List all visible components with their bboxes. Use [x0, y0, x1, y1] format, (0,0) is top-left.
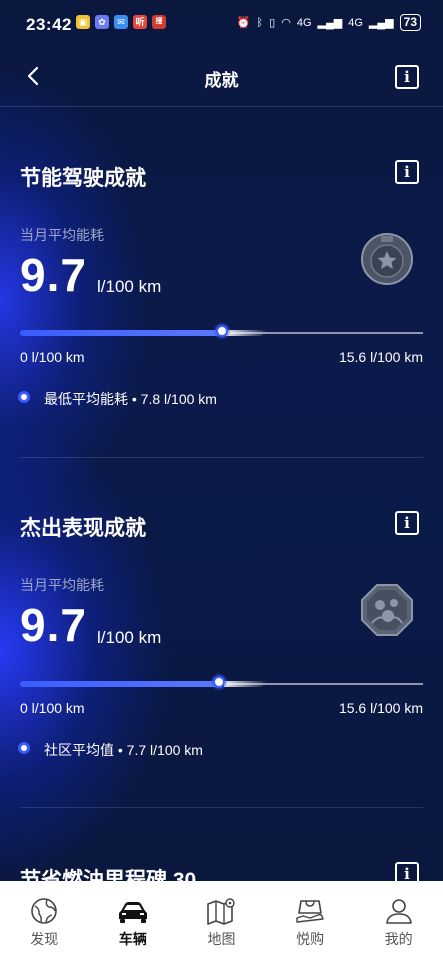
nav-item-discover[interactable]: 发现	[0, 881, 89, 960]
battery-indicator: 73	[399, 14, 421, 31]
metric-unit: l/100 km	[97, 277, 162, 296]
nav-label: 发现	[30, 931, 59, 947]
nav-label: 我的	[384, 931, 413, 947]
signal-icon: ▂▄▆	[368, 17, 394, 29]
notification-icons: ▣ ✿ ✉ 听 搜	[76, 15, 166, 29]
legend-marker	[18, 391, 30, 403]
info-button[interactable]: i	[395, 160, 419, 184]
nav-item-map[interactable]: 地图	[177, 881, 266, 960]
section-title: 杰出表现成就	[20, 517, 146, 540]
metric-label: 当月平均能耗	[20, 227, 104, 243]
alarm-icon: ⏰	[236, 17, 251, 29]
progress-knob	[216, 325, 228, 337]
range-max-label: 15.6 l/100 km	[338, 700, 423, 716]
app-notification-icon: ✉	[114, 15, 128, 29]
progress-fade	[226, 330, 268, 336]
range-min-label: 0 l/100 km	[20, 700, 85, 716]
nav-label: 地图	[207, 931, 236, 947]
metric-value: 9.7	[20, 249, 87, 301]
legend-marker	[18, 742, 30, 754]
car-icon	[118, 902, 147, 923]
status-bar: 23:42 ▣ ✿ ✉ 听 搜 ⏰ ᛒ ▯ ◠ 4G ▂▄▆ 4G ▂▄▆ 73	[0, 0, 443, 48]
network-label: 4G	[348, 16, 363, 29]
metric-value: 9.7	[20, 599, 87, 651]
section-title: 节能驾驶成就	[20, 167, 146, 190]
community-medal-icon	[361, 584, 413, 636]
nav-item-profile[interactable]: 我的	[354, 881, 443, 960]
network-label: 4G	[296, 16, 312, 29]
progress-fill	[20, 330, 222, 336]
wifi-icon: ◠	[281, 17, 291, 29]
map-icon	[207, 898, 236, 925]
globe-icon	[31, 898, 58, 924]
progress-fill	[20, 681, 218, 687]
section-divider	[20, 457, 423, 458]
app-notification-icon: 听	[133, 15, 147, 29]
nav-item-vehicle[interactable]: 车辆	[89, 881, 178, 960]
range-min-label: 0 l/100 km	[20, 349, 85, 365]
star-medal-icon	[361, 233, 413, 285]
info-button[interactable]: i	[395, 511, 419, 535]
page-title: 成就	[204, 71, 239, 90]
bottom-navigation: 发现 车辆 地图 悦购 我的	[0, 881, 443, 960]
app-notification-icon: 搜	[152, 15, 166, 29]
shopping-icon	[296, 900, 324, 923]
section-divider	[20, 807, 423, 808]
status-time: 23:42	[26, 15, 72, 34]
progress-track	[20, 325, 423, 337]
top-bar: 成就 i	[0, 48, 443, 107]
user-icon	[385, 899, 412, 924]
progress-track	[20, 676, 423, 688]
metric-unit: l/100 km	[97, 628, 162, 647]
vibrate-icon: ▯	[269, 17, 276, 29]
bluetooth-icon: ᛒ	[256, 16, 264, 29]
status-indicators: ⏰ ᛒ ▯ ◠ 4G ▂▄▆ 4G ▂▄▆ 73	[237, 14, 421, 31]
progress-knob	[213, 676, 225, 688]
nav-label: 车辆	[118, 931, 147, 947]
nav-item-shop[interactable]: 悦购	[266, 881, 355, 960]
info-button[interactable]: i	[395, 65, 419, 89]
metric-label: 当月平均能耗	[20, 577, 104, 593]
progress-fade	[224, 681, 268, 687]
legend-text: 社区平均值 • 7.7 l/100 km	[44, 742, 203, 758]
legend-text: 最低平均能耗 • 7.8 l/100 km	[44, 391, 217, 407]
signal-icon: ▂▄▆	[317, 17, 343, 29]
app-notification-icon: ▣	[76, 15, 90, 29]
app-notification-icon: ✿	[95, 15, 109, 29]
nav-label: 悦购	[296, 931, 325, 947]
range-max-label: 15.6 l/100 km	[338, 349, 423, 365]
